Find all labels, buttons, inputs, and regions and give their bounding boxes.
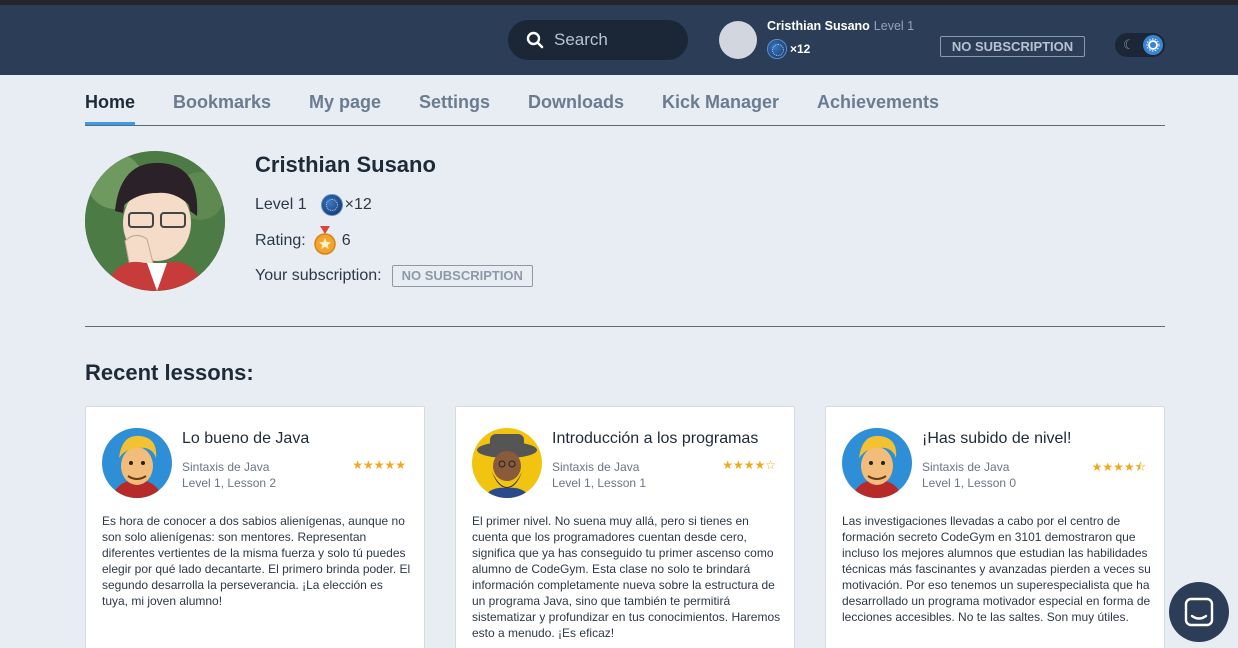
lesson-course: Sintaxis de Java	[182, 460, 270, 474]
lesson-card[interactable]: ¡Has subido de nivel! Sintaxis de Java L…	[825, 406, 1165, 648]
profile-orb-count: ×12	[344, 196, 372, 213]
rating-value: 6	[341, 232, 351, 249]
tab-settings[interactable]: Settings	[419, 92, 490, 113]
dark-matter-orb-icon	[767, 39, 787, 59]
profile-avatar[interactable]	[85, 151, 225, 291]
header-user-name[interactable]: Cristhian Susano Level 1	[767, 19, 914, 33]
lesson-number: Level 1, Lesson 2	[182, 476, 277, 490]
lesson-description: Las investigaciones llevadas a cabo por …	[842, 514, 1151, 624]
top-bar: Search Cristhian Susano Level 1 ×12 NO SU…	[0, 0, 1238, 75]
lesson-course: Sintaxis de Java	[552, 460, 640, 474]
search-icon	[526, 31, 544, 49]
section-divider	[85, 326, 1165, 327]
active-tab-indicator	[85, 122, 135, 125]
recent-lessons-title: Recent lessons:	[85, 360, 254, 385]
theme-toggle[interactable]: ☾	[1115, 33, 1165, 57]
lesson-avatar	[842, 428, 912, 498]
chat-button[interactable]	[1169, 582, 1229, 642]
lesson-avatar	[472, 428, 542, 498]
profile-level: Level 1	[255, 196, 307, 213]
subscription-badge[interactable]: NO SUBSCRIPTION	[940, 36, 1085, 57]
lesson-meta: Sintaxis de Java Level 1, Lesson 1	[552, 459, 646, 491]
lesson-number: Level 1, Lesson 1	[552, 476, 647, 490]
header-orb-count: ×12	[790, 42, 811, 56]
moon-icon: ☾	[1123, 37, 1135, 52]
header-user-name-text: Cristhian Susano	[767, 19, 870, 33]
lesson-meta: Sintaxis de Java Level 1, Lesson 0	[922, 459, 1016, 491]
header-orbs: ×12	[767, 39, 810, 59]
profile-tabs: Home Bookmarks My page Settings Download…	[85, 76, 1165, 126]
lesson-title[interactable]: Lo bueno de Java	[182, 430, 309, 448]
lesson-number: Level 1, Lesson 0	[922, 476, 1017, 490]
profile-subscription-row: Your subscription: NO SUBSCRIPTION	[255, 265, 533, 287]
lesson-card[interactable]: Introducción a los programas Sintaxis de…	[455, 406, 795, 648]
lesson-course: Sintaxis de Java	[922, 460, 1010, 474]
user-avatar[interactable]	[719, 21, 757, 59]
tab-downloads[interactable]: Downloads	[528, 92, 624, 113]
lesson-description: Es hora de conocer a dos sabios alieníge…	[102, 514, 411, 608]
tab-kick-manager[interactable]: Kick Manager	[662, 92, 779, 113]
lesson-rating-stars: ★★★★☆	[722, 458, 776, 472]
profile-subscription-badge[interactable]: NO SUBSCRIPTION	[391, 265, 533, 287]
subscription-label: Your subscription:	[255, 267, 382, 284]
tab-home[interactable]: Home	[85, 92, 135, 113]
search-box[interactable]: Search	[508, 20, 688, 60]
medal-icon	[313, 226, 336, 255]
profile-rating-row: Rating: 6	[255, 226, 351, 256]
dark-matter-orb-icon	[320, 194, 343, 216]
lesson-rating-stars: ★★★★★	[352, 458, 406, 472]
lesson-title[interactable]: Introducción a los programas	[552, 430, 758, 448]
rating-label: Rating:	[255, 232, 306, 249]
tab-my-page[interactable]: My page	[309, 92, 381, 113]
header-user-level: Level 1	[873, 19, 915, 33]
lesson-title[interactable]: ¡Has subido de nivel!	[922, 430, 1071, 448]
tab-bookmarks[interactable]: Bookmarks	[173, 92, 271, 113]
lesson-rating-stars: ★★★★⯪	[1091, 460, 1146, 474]
sun-icon	[1143, 35, 1163, 55]
lesson-card[interactable]: Lo bueno de Java Sintaxis de Java Level …	[85, 406, 425, 648]
profile-name: Cristhian Susano	[255, 152, 436, 177]
tab-achievements[interactable]: Achievements	[817, 92, 939, 113]
search-placeholder: Search	[554, 30, 608, 49]
lesson-meta: Sintaxis de Java Level 1, Lesson 2	[182, 459, 276, 491]
profile-level-row: Level 1 ×12	[255, 194, 372, 216]
lesson-description: El primer nivel. No suena muy allá, pero…	[472, 514, 781, 640]
lesson-avatar	[102, 428, 172, 498]
chat-icon	[1184, 597, 1214, 627]
